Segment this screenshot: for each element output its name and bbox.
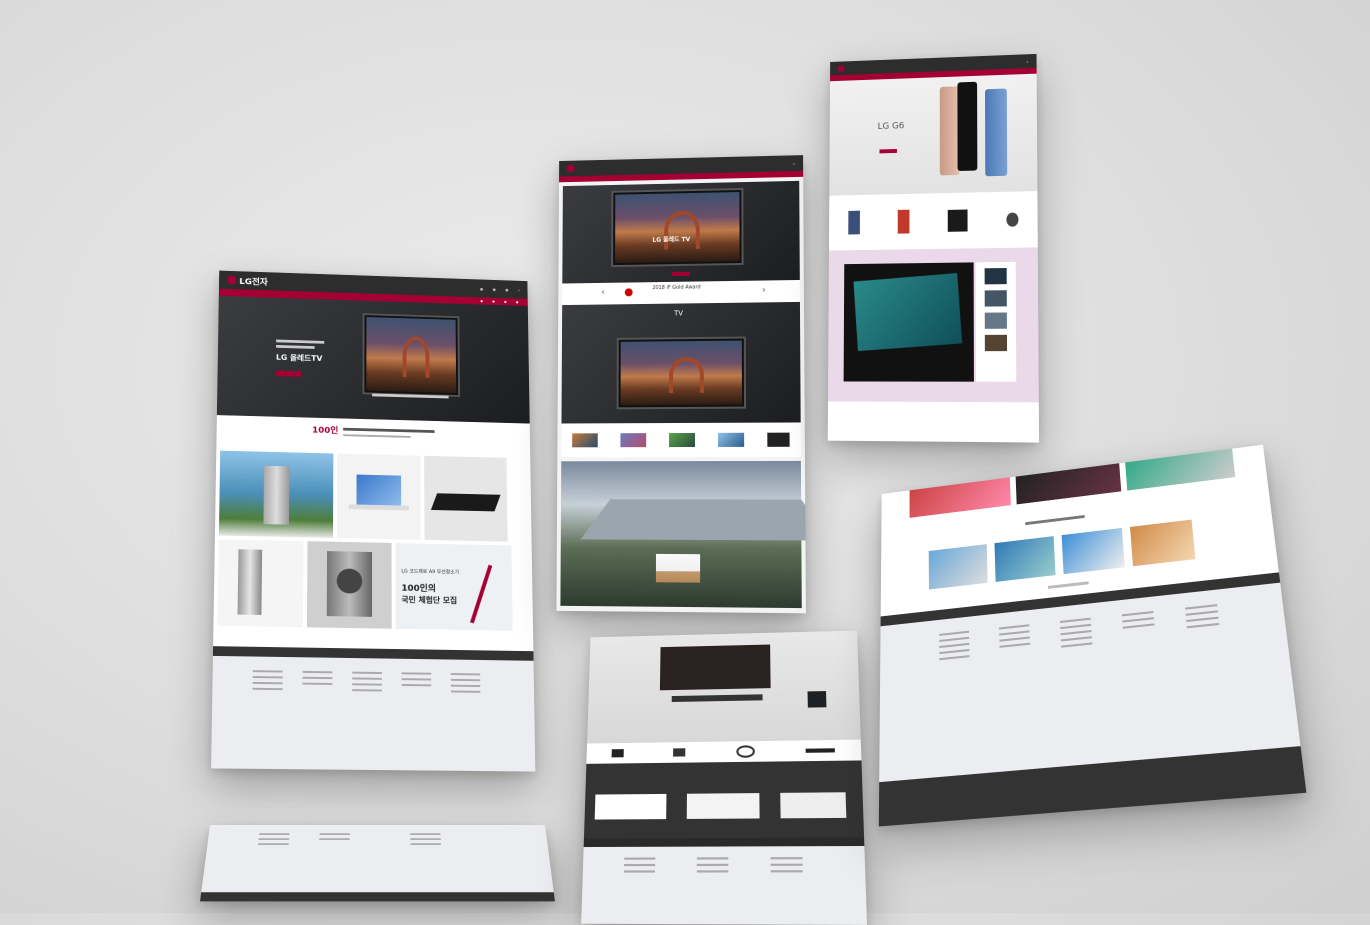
product-tile-styler[interactable] bbox=[219, 451, 333, 538]
headset-icon[interactable] bbox=[736, 745, 755, 758]
center-page-mockup: ⌕ LG 올레드 TV ‹ 2018 iF Gold Award › TV bbox=[556, 155, 805, 613]
subnav-item[interactable]: ● bbox=[504, 300, 507, 304]
hero-text-block: LG 올레드TV bbox=[276, 340, 325, 382]
left-logo[interactable]: LG전자 bbox=[227, 274, 268, 287]
tv-thumb[interactable] bbox=[621, 433, 647, 447]
right-logo[interactable] bbox=[838, 65, 845, 72]
gallery-card[interactable] bbox=[994, 536, 1055, 582]
carousel-dots[interactable] bbox=[1048, 581, 1089, 589]
product-icon[interactable] bbox=[673, 748, 685, 756]
lg-logo-icon bbox=[838, 65, 845, 72]
phone-cta-button[interactable] bbox=[879, 149, 896, 153]
lg-logo-icon bbox=[567, 165, 575, 173]
subnav-item[interactable]: ● bbox=[480, 299, 483, 303]
award-strip: ‹ 2018 iF Gold Award › bbox=[562, 280, 800, 305]
projector-banner[interactable] bbox=[560, 461, 801, 608]
right-bottom-page bbox=[879, 445, 1307, 827]
tablet-section bbox=[828, 247, 1039, 402]
product-icon[interactable] bbox=[611, 749, 623, 757]
event-card[interactable] bbox=[595, 794, 667, 820]
nav-item[interactable]: ● bbox=[505, 287, 508, 292]
center-bottom-page bbox=[581, 631, 867, 925]
hero-cta-button[interactable] bbox=[276, 371, 301, 377]
product-tile-laptop[interactable] bbox=[337, 454, 421, 540]
soundbar-image bbox=[672, 694, 763, 702]
chevron-right-icon[interactable]: › bbox=[762, 285, 766, 295]
wall-tv-image bbox=[660, 645, 771, 691]
search-icon[interactable]: ⌕ bbox=[518, 287, 520, 292]
soundbar-banner[interactable] bbox=[587, 631, 861, 744]
event-strip bbox=[584, 760, 864, 838]
left-footer-links bbox=[211, 656, 535, 772]
center-logo[interactable] bbox=[567, 165, 575, 173]
gallery-card[interactable] bbox=[1062, 528, 1125, 574]
event-card[interactable] bbox=[780, 792, 846, 818]
hero-title: LG 올레드TV bbox=[276, 352, 324, 363]
lg-logo-icon bbox=[227, 275, 237, 284]
phone-thumbs bbox=[829, 191, 1038, 251]
video-playlist bbox=[976, 262, 1017, 382]
tv-screen bbox=[615, 192, 740, 263]
product-tile-water-purifier[interactable] bbox=[217, 539, 303, 627]
product-tile-dryer[interactable] bbox=[307, 541, 392, 629]
product-grid: LG 코드제로 A9 무선청소기 100인의 국민 체험단 모집 bbox=[213, 451, 533, 633]
center-footer-links bbox=[581, 846, 867, 925]
search-icon[interactable]: ⌕ bbox=[793, 161, 795, 166]
center-hero-banner[interactable]: LG 올레드 TV bbox=[562, 181, 800, 284]
award-title: 2018 iF Gold Award bbox=[652, 284, 700, 291]
red-dot-award-icon bbox=[625, 288, 633, 296]
projector-image bbox=[656, 554, 700, 583]
phone-title: LG G6 bbox=[878, 121, 905, 132]
tv-section-banner[interactable]: TV bbox=[561, 302, 800, 424]
oled-tv-image bbox=[362, 313, 460, 397]
center-hero-cta[interactable] bbox=[672, 272, 690, 276]
mountain-image bbox=[581, 499, 806, 540]
tv-screen bbox=[366, 317, 456, 393]
product-tile-cooktop[interactable] bbox=[424, 456, 507, 542]
gallery-card[interactable] bbox=[1130, 520, 1195, 567]
arch-rock-image bbox=[669, 357, 704, 393]
oled-tv-image bbox=[611, 188, 743, 267]
tv-thumb[interactable] bbox=[573, 433, 599, 447]
tv-screen bbox=[621, 341, 742, 406]
center-hero-title: LG 올레드 TV bbox=[652, 234, 690, 244]
chevron-left-icon[interactable]: ‹ bbox=[601, 288, 605, 298]
mockup-scene: LG전자 ● ● ● ⌕ ● ● ● ● LG 올레드TV 100인 LG 코드… bbox=[0, 0, 1370, 913]
phone-thumb[interactable] bbox=[897, 210, 909, 234]
watch-thumb[interactable] bbox=[1006, 213, 1018, 227]
gallery-card[interactable] bbox=[929, 544, 988, 589]
phone-thumb[interactable] bbox=[848, 211, 860, 235]
tv-thumb[interactable] bbox=[767, 433, 789, 447]
search-icon[interactable]: ⌕ bbox=[1026, 59, 1028, 64]
phone-hero-banner[interactable]: LG G6 bbox=[829, 74, 1037, 196]
phone-image bbox=[985, 89, 1007, 177]
nav-item[interactable]: ● bbox=[493, 287, 496, 292]
left-page-mockup: LG전자 ● ● ● ⌕ ● ● ● ● LG 올레드TV 100인 LG 코드… bbox=[211, 271, 535, 772]
subnav-item[interactable]: ● bbox=[492, 300, 495, 304]
phone-image bbox=[957, 82, 977, 171]
product-icon[interactable] bbox=[806, 748, 835, 753]
promo-badge: 100인 bbox=[312, 423, 338, 436]
video-player[interactable] bbox=[844, 262, 974, 381]
nav-item[interactable]: ● bbox=[480, 286, 483, 291]
subwoofer-image bbox=[808, 691, 827, 708]
phone-thumb[interactable] bbox=[947, 210, 967, 232]
arch-rock-image bbox=[402, 336, 429, 377]
right-footer-tab bbox=[828, 401, 1039, 442]
tv-section-title: TV bbox=[674, 309, 683, 317]
tv-thumb[interactable] bbox=[718, 433, 744, 447]
right-page-mockup: ⌕ LG G6 bbox=[828, 54, 1039, 443]
oled-tv-image bbox=[617, 337, 746, 410]
floor-page-left bbox=[200, 825, 555, 901]
event-card[interactable] bbox=[687, 793, 760, 819]
tablet-image bbox=[854, 273, 963, 351]
left-hero-banner[interactable]: LG 올레드TV bbox=[217, 296, 530, 424]
tv-category-row bbox=[561, 422, 801, 457]
tv-thumb[interactable] bbox=[669, 433, 695, 447]
promo-banner-cordzero[interactable]: LG 코드제로 A9 무선청소기 100인의 국민 체험단 모집 bbox=[395, 543, 512, 631]
subnav-item[interactable]: ● bbox=[516, 300, 519, 304]
